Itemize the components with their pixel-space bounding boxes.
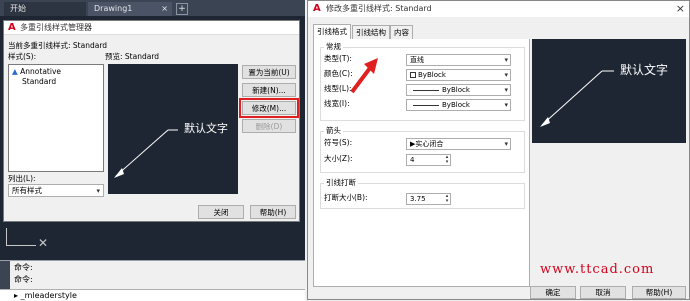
- command-history-line: 命令:: [14, 275, 33, 284]
- style-preview: 默认文字: [108, 64, 238, 194]
- tab-drawing1-label: Drawing1: [94, 4, 133, 13]
- tab-drawing1[interactable]: Drawing1 ×: [88, 2, 172, 16]
- preview-default-text: 默认文字: [184, 122, 228, 135]
- help-button[interactable]: 帮助(H): [632, 286, 686, 299]
- arrow-size-stepper[interactable]: 4 ▴ ▾: [406, 154, 451, 166]
- ucs-y-axis: [6, 228, 7, 246]
- color-value: ByBlock: [418, 71, 446, 79]
- document-tab-bar: 开始 Drawing1 × +: [0, 0, 305, 16]
- autocad-logo-icon: A: [8, 22, 16, 33]
- linetype-label: 线型(L):: [324, 84, 352, 93]
- lineweight-value: ByBlock: [442, 101, 470, 109]
- type-label: 类型(T):: [324, 54, 352, 63]
- style-annotative: Annotative: [20, 67, 62, 76]
- current-style-label: 当前多重引线样式: Standard: [8, 41, 108, 50]
- ucs-x-axis: [6, 245, 36, 246]
- dialog-title-bar: A 修改多重引线样式: Standard ×: [308, 1, 689, 17]
- style-standard: Standard: [22, 77, 57, 86]
- list-item[interactable]: ▲ Annotative: [9, 67, 103, 77]
- lineweight-select[interactable]: ByBlock ▾: [406, 99, 511, 111]
- chevron-down-icon: ▾: [504, 101, 508, 109]
- tab-content[interactable]: 内容: [390, 25, 413, 40]
- spinner-icon[interactable]: ▴ ▾: [444, 155, 450, 166]
- style-preview: 默认文字: [532, 39, 686, 143]
- tab-leader-structure[interactable]: 引线结构: [352, 25, 390, 40]
- ok-button[interactable]: 确定: [530, 286, 576, 299]
- annotative-icon: ▲: [12, 67, 18, 76]
- dialog-title-bar: A 多重引线样式管理器: [4, 21, 299, 35]
- crosshair-icon: ✕: [38, 236, 49, 250]
- break-size-value: 3.75: [410, 195, 426, 203]
- symbol-label: 符号(S):: [324, 138, 353, 147]
- arrowhead-group-title: 箭头: [324, 126, 343, 136]
- command-window: 命令: 命令: ▸ _mleaderstyle: [0, 260, 305, 301]
- color-label: 颜色(C):: [324, 69, 353, 78]
- type-select[interactable]: 直线 ▾: [406, 54, 511, 66]
- symbol-select[interactable]: ▶实心闭合 ▾: [406, 138, 511, 150]
- arrow-size-label: 大小(Z):: [324, 154, 353, 163]
- color-select[interactable]: ByBlock ▾: [406, 69, 511, 81]
- styles-label: 样式(S):: [8, 52, 37, 61]
- leader-preview-drawing: [540, 70, 614, 127]
- list-filter-label: 列出(L):: [8, 174, 36, 183]
- modify-style-button[interactable]: 修改(M)...: [239, 98, 299, 118]
- modify-mleader-style-dialog: A 修改多重引线样式: Standard × 引线格式 引线结构 内容 常规 类…: [307, 0, 690, 300]
- close-button[interactable]: 关闭: [198, 205, 244, 219]
- symbol-value: 实心闭合: [415, 140, 444, 148]
- command-history-line: 命令:: [14, 263, 33, 272]
- break-size-label: 打断大小(B):: [324, 193, 368, 202]
- linetype-select[interactable]: ByBlock ▾: [406, 84, 511, 96]
- arrow-size-value: 4: [410, 156, 415, 164]
- styles-listbox[interactable]: ▲ Annotative Standard: [8, 64, 104, 172]
- cancel-button[interactable]: 取消: [580, 286, 626, 299]
- leader-format-panel: 常规 类型(T): 直线 ▾ 颜色(C): ByBlock ▾ 线型(L): B…: [313, 39, 530, 287]
- break-size-stepper[interactable]: 3.75 ▴ ▾: [406, 193, 451, 205]
- watermark: www.ttcad.com: [540, 262, 655, 277]
- command-input-text: _mleaderstyle: [20, 291, 77, 300]
- tab-leader-format[interactable]: 引线格式: [313, 24, 351, 40]
- leader-break-group-title: 引线打断: [324, 178, 358, 188]
- help-button[interactable]: 帮助(H): [250, 205, 296, 219]
- type-value: 直线: [410, 56, 424, 64]
- preview-label: 预览: Standard: [105, 52, 160, 61]
- preview-default-text: 默认文字: [620, 63, 669, 77]
- general-group-title: 常规: [324, 42, 343, 52]
- chevron-down-icon: ▾: [504, 140, 508, 148]
- chevron-down-icon: ▾: [504, 71, 508, 79]
- linetype-value: ByBlock: [442, 86, 470, 94]
- command-prompt-icon: ▸: [14, 291, 19, 300]
- close-icon[interactable]: ×: [161, 2, 168, 16]
- chevron-down-icon: ▾: [504, 86, 508, 94]
- new-tab-button[interactable]: +: [176, 3, 188, 15]
- close-icon[interactable]: ×: [676, 1, 685, 17]
- list-filter-select[interactable]: 所有样式 ▾: [8, 184, 104, 197]
- line-sample-icon: [413, 104, 439, 106]
- tab-start-label: 开始: [10, 4, 26, 13]
- lineweight-label: 线宽(I):: [324, 99, 350, 108]
- chevron-down-icon: ▾: [96, 187, 100, 195]
- autocad-logo-icon: A: [313, 3, 321, 14]
- spinner-icon[interactable]: ▴ ▾: [444, 194, 450, 205]
- new-style-button[interactable]: 新建(N)...: [242, 83, 296, 97]
- delete-style-button[interactable]: 删除(D): [242, 119, 296, 133]
- annotation-arrow-icon: [350, 58, 378, 94]
- mleader-style-manager-dialog: A 多重引线样式管理器 当前多重引线样式: Standard 样式(S): ▲ …: [3, 20, 300, 222]
- list-item[interactable]: Standard: [9, 77, 103, 87]
- line-sample-icon: [413, 89, 439, 91]
- list-filter-value: 所有样式: [12, 186, 42, 195]
- set-current-button[interactable]: 置为当前(U): [242, 65, 296, 79]
- command-input[interactable]: ▸ _mleaderstyle: [0, 289, 305, 301]
- chevron-down-icon: ▾: [504, 56, 508, 64]
- dialog-title: 修改多重引线样式: Standard: [326, 4, 432, 13]
- tab-start[interactable]: 开始: [4, 2, 86, 16]
- color-swatch-icon: [410, 72, 416, 78]
- dialog-title: 多重引线样式管理器: [20, 23, 92, 32]
